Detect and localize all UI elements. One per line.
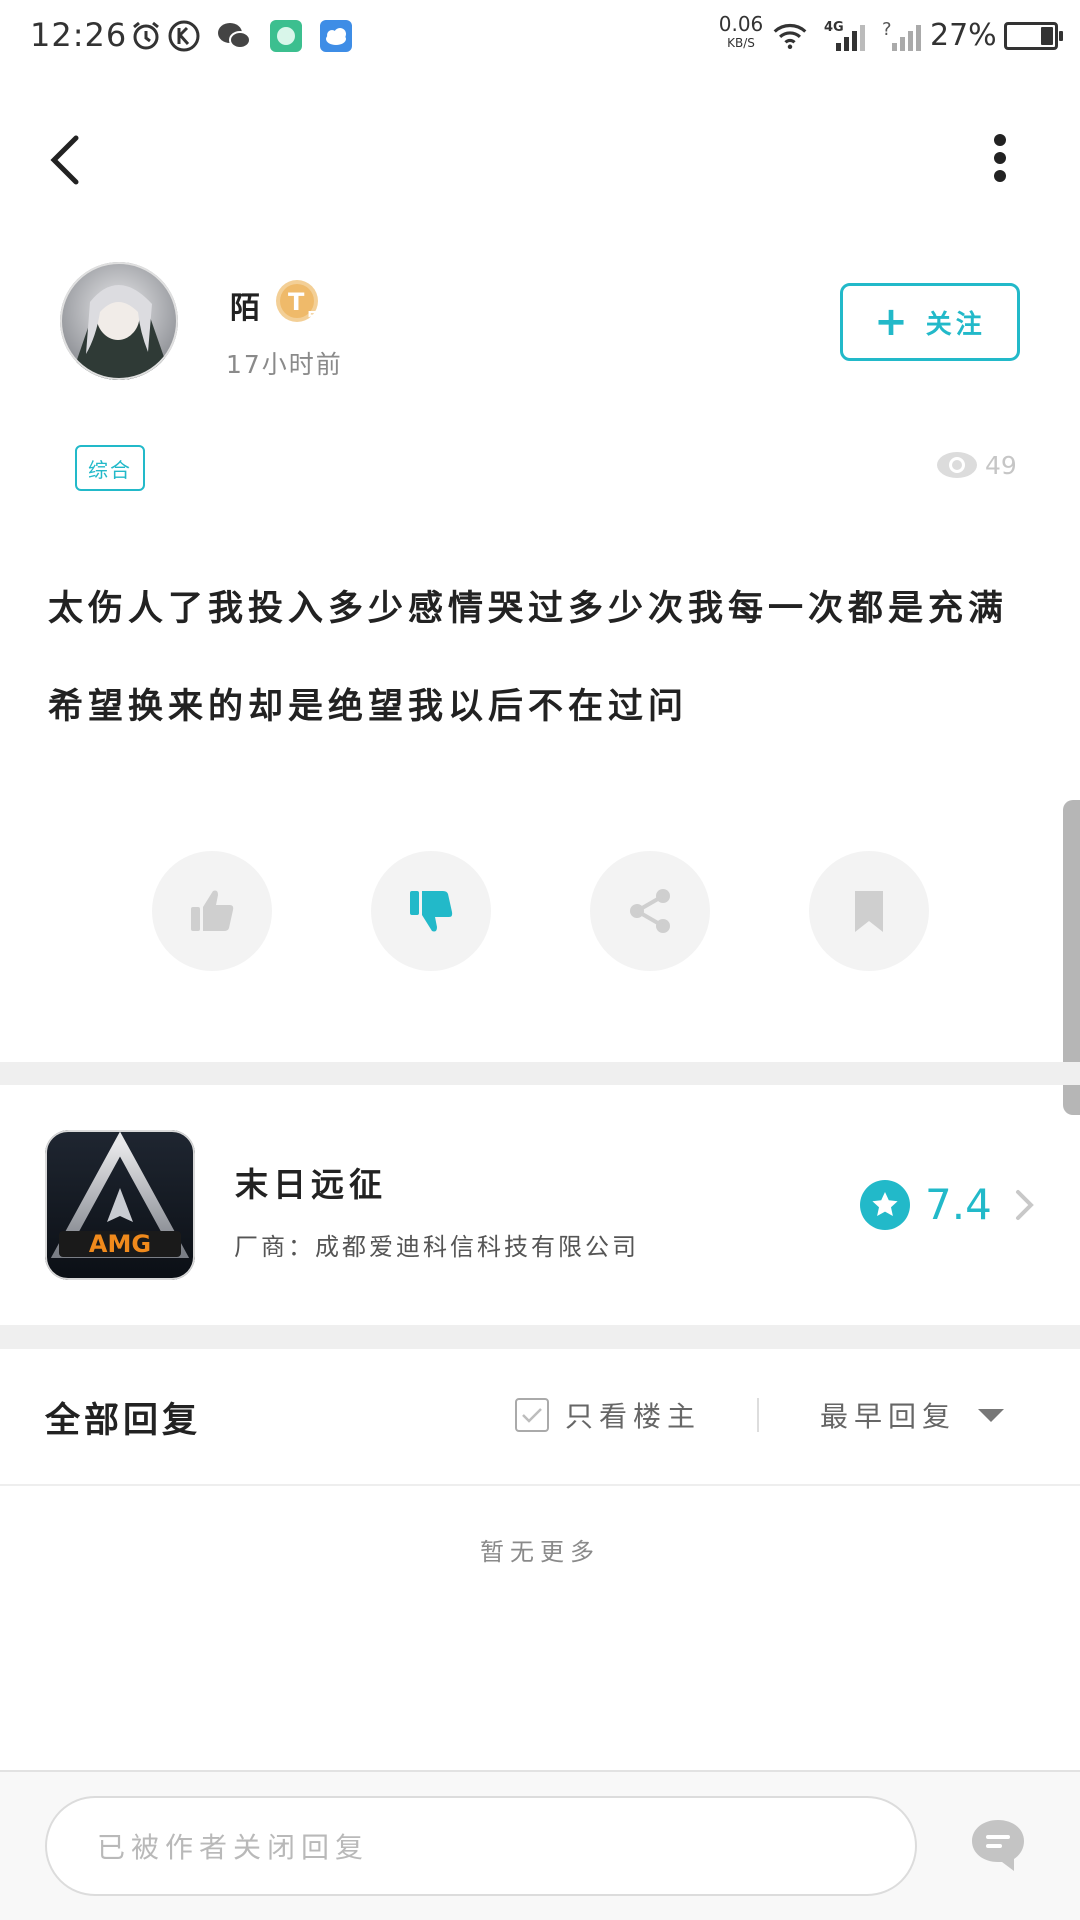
signal-no-sim-icon: ? <box>880 18 924 54</box>
network-type-label: 4G <box>824 20 844 35</box>
sort-dropdown[interactable]: 最早回复 <box>820 1395 1006 1435</box>
k-app-icon <box>166 18 202 54</box>
star-icon <box>860 1180 910 1230</box>
op-only-checkbox[interactable] <box>515 1398 549 1432</box>
follow-label: 关注 <box>925 309 986 340</box>
back-button[interactable] <box>40 120 90 200</box>
weather-app-icon <box>318 18 354 54</box>
alarm-icon <box>128 18 164 54</box>
category-tag[interactable]: 综合 <box>75 445 145 491</box>
like-button[interactable] <box>152 851 272 971</box>
divider <box>0 1484 1080 1486</box>
battery-icon <box>1004 22 1063 50</box>
author-name[interactable]: 陌 <box>230 283 260 327</box>
thumbs-up-icon <box>191 890 234 931</box>
share-button[interactable] <box>590 851 710 971</box>
battery-percent: 27% <box>930 18 997 53</box>
empty-replies-text: 暂无更多 <box>480 1538 600 1566</box>
post-time: 17小时前 <box>226 350 343 379</box>
author-avatar[interactable] <box>60 262 178 380</box>
share-icon <box>630 889 670 933</box>
section-divider <box>0 1062 1080 1085</box>
plus-icon: + <box>874 299 912 345</box>
bookmark-icon <box>855 891 883 932</box>
level-letter: T <box>288 288 305 316</box>
section-divider <box>0 1325 1080 1349</box>
level-number: 5 <box>307 308 317 326</box>
network-speed: 0.06 KB/S <box>718 12 764 50</box>
game-rating: 7.4 <box>925 1180 992 1229</box>
more-options-button[interactable] <box>975 125 1025 195</box>
op-only-label: 只看楼主 <box>565 1400 702 1433</box>
dislike-button[interactable] <box>371 851 491 971</box>
comment-icon[interactable] <box>967 1815 1029 1877</box>
triangle-down-icon <box>978 1409 1005 1422</box>
bookmark-button[interactable] <box>809 851 929 971</box>
op-only-toggle[interactable]: 只看楼主 <box>515 1395 701 1435</box>
view-count: 49 <box>935 450 1017 480</box>
green-app-icon <box>268 18 304 54</box>
divider <box>757 1398 759 1432</box>
more-vertical-icon <box>994 134 1006 182</box>
thumbs-down-icon <box>410 891 453 932</box>
game-icon[interactable]: AMG <box>45 1130 195 1280</box>
level-badge-icon: T 5 <box>274 278 324 328</box>
follow-button[interactable]: + 关注 <box>840 283 1020 361</box>
wechat-icon <box>216 18 252 54</box>
game-icon-text: AMG <box>89 1230 151 1258</box>
check-icon <box>522 1408 542 1423</box>
eye-icon <box>937 452 977 478</box>
status-bar: 12:26 0.06 KB/S 4G ? 27% <box>0 0 1080 76</box>
sort-label: 最早回复 <box>820 1400 957 1433</box>
view-count-value: 49 <box>985 450 1017 480</box>
signal-4g-icon: 4G <box>822 18 872 54</box>
post-content: 太伤人了我投入多少感情哭过多少次我每一次都是充满希望换来的却是绝望我以后不在过问 <box>48 589 1009 727</box>
svg-text:?: ? <box>882 19 892 40</box>
wifi-icon <box>772 18 808 54</box>
reply-input[interactable]: 已被作者关闭回复 <box>45 1796 917 1896</box>
reply-input-placeholder: 已被作者关闭回复 <box>97 1831 370 1864</box>
replies-title: 全部回复 <box>45 1401 202 1441</box>
status-time: 12:26 <box>30 16 128 54</box>
chevron-left-icon <box>50 135 79 185</box>
game-vendor: 厂商：成都爱迪科信科技有限公司 <box>234 1233 639 1261</box>
chevron-right-icon <box>1013 1187 1037 1223</box>
game-name: 末日远征 <box>235 1165 387 1204</box>
